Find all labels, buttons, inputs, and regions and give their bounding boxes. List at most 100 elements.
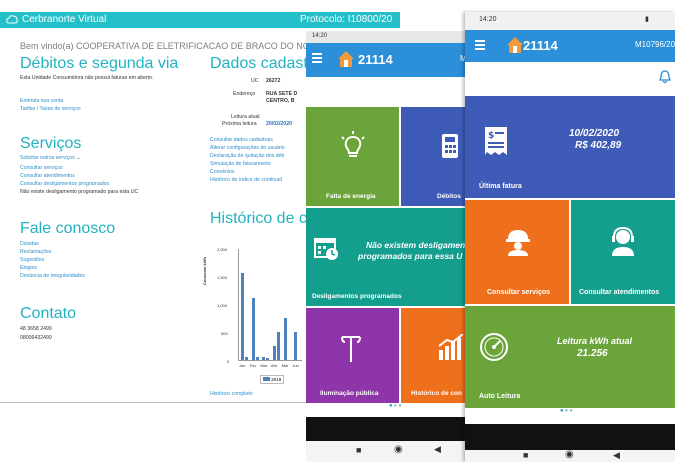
menu-icon[interactable] xyxy=(475,40,485,50)
chart-bar xyxy=(277,332,280,360)
status-bar: 14:20 xyxy=(306,31,478,43)
top-bar: Cerbranorte Virtual Protocolo: I10800/20… xyxy=(0,12,400,35)
chart-bar xyxy=(245,357,248,360)
android-nav-bar: ■ ◉ ◀ xyxy=(465,449,675,462)
x-tick-label: Jan xyxy=(239,363,246,368)
proxima-label: Próxima leitura xyxy=(222,121,257,127)
link-consultar-dados[interactable]: Consultar dados cadastrais xyxy=(210,136,273,144)
menu-icon[interactable] xyxy=(312,53,322,63)
tile-debitos-caption: Débitos xyxy=(437,193,461,200)
link-denuncia[interactable]: Denúncia de irregularidades xyxy=(20,272,85,280)
fatura-date: 10/02/2020 xyxy=(569,128,620,139)
status-time: 14:20 xyxy=(312,33,328,39)
lightbulb-icon xyxy=(341,131,365,157)
tile-ultima-fatura[interactable]: $ 10/02/2020 R$ 402,89 Última fatura xyxy=(465,96,675,198)
logo-icon xyxy=(6,15,18,24)
x-axis: Jan Fev Mar Abr Mai Jun xyxy=(238,363,302,369)
link-reclamacoes[interactable]: Reclamações xyxy=(20,248,51,256)
tile-fatura-caption: Última fatura xyxy=(479,183,522,190)
legend-swatch xyxy=(263,377,270,381)
tile-desligamentos[interactable]: Não existem desligamen programados para … xyxy=(306,208,478,306)
y-tick: 500 xyxy=(221,331,228,336)
worker-helmet-icon xyxy=(506,230,530,256)
endereco-label: Endereço xyxy=(233,91,256,97)
link-historico-completo[interactable]: Histórico completo xyxy=(210,390,253,398)
contato-phone-1: 48 3658 2499 xyxy=(20,326,52,332)
status-bar: 14:20 ▮ xyxy=(465,12,675,30)
link-declaracao-quitacao[interactable]: Declaração de quitação dos déb xyxy=(210,152,284,160)
chart-bar xyxy=(255,357,259,360)
uc-number: 21114 xyxy=(358,52,393,67)
link-duvidas[interactable]: Dúvidas xyxy=(20,240,39,248)
welcome-text: Bem vindo(a) COOPERATIVA DE ELETRIFICACA… xyxy=(20,41,328,51)
debitos-text: Esta Unidade Consumidora não possui fatu… xyxy=(20,75,154,81)
link-consultar-desligamentos[interactable]: Consultar desligamentos programados xyxy=(20,180,109,188)
tile-iluminacao[interactable]: Iluminação pública xyxy=(306,308,399,403)
link-solicitar-servicos[interactable]: Solicitar outros serviços ⌄ xyxy=(20,154,81,162)
tile-atendimentos-caption: Consultar atendimentos xyxy=(579,289,660,296)
y-tick: 2,000 xyxy=(217,247,228,252)
plot-area xyxy=(238,249,302,361)
link-entenda-conta[interactable]: Entenda sua conta xyxy=(20,97,63,105)
debitos-heading: Débitos e segunda via xyxy=(20,55,179,72)
bell-icon[interactable] xyxy=(659,70,671,84)
bottom-black-bar xyxy=(465,424,675,450)
proxima-value: 20/02/2020 xyxy=(266,121,292,127)
chart-bar xyxy=(273,346,276,360)
y-tick: 1,000 xyxy=(217,303,228,308)
back-icon[interactable]: ◀ xyxy=(434,444,441,455)
uc-number: 21114 xyxy=(523,38,558,53)
brand-name: Cerbranorte Virtual xyxy=(22,14,107,25)
legend: 2019 xyxy=(260,375,285,384)
notification-strip xyxy=(306,77,478,107)
contato-heading: Contato xyxy=(20,305,77,322)
tile-servicos-caption: Consultar serviços xyxy=(487,289,551,296)
deslig-message-2: programados para essa U xyxy=(358,251,463,261)
tile-consultar-servicos[interactable]: Consultar serviços xyxy=(465,200,569,304)
back-icon[interactable]: ◀ xyxy=(613,450,620,461)
consumption-chart: Consumo kWh 2,000 1,500 1,000 500 0 Jan F… xyxy=(202,235,305,395)
y-tick: 1,500 xyxy=(217,275,228,280)
link-consultar-atendimentos[interactable]: Consultar atendimentos xyxy=(20,172,75,180)
home-button-icon[interactable]: ◉ xyxy=(394,444,403,455)
calculator-icon xyxy=(442,134,458,158)
home-button-icon[interactable]: ◉ xyxy=(565,449,574,460)
chart-bar xyxy=(266,358,270,360)
link-convenios[interactable]: Convênios xyxy=(210,168,235,176)
link-sugestoes[interactable]: Sugestões xyxy=(20,256,45,264)
chart-bar xyxy=(283,318,287,360)
link-historico-continuidade[interactable]: Histórico de índice de continuid xyxy=(210,176,282,184)
recent-apps-icon[interactable]: ■ xyxy=(523,450,528,460)
tile-auto-leitura[interactable]: Leitura kWh atual 21.256 Auto Leitura xyxy=(465,306,675,408)
tile-iluminacao-caption: Iluminação pública xyxy=(320,390,379,397)
tile-consultar-atendimentos[interactable]: Consultar atendimentos xyxy=(571,200,675,304)
deslig-message-1: Não existem desligamen xyxy=(366,240,466,250)
android-nav-bar: ■ ◉ ◀ xyxy=(306,441,478,462)
page-indicator: ●●● xyxy=(560,408,574,414)
home-icon xyxy=(338,51,354,67)
leitura-value: 21.256 xyxy=(577,348,608,359)
endereco-value-1: RUA SETE D xyxy=(266,91,298,97)
tile-falta-caption: Falta de energia xyxy=(326,193,376,200)
y-tick: 0 xyxy=(227,359,230,364)
x-tick-label: Mai xyxy=(281,363,289,368)
link-consultar-servicos[interactable]: Consultar serviços xyxy=(20,164,63,172)
tile-historico-caption: Histórico de con xyxy=(411,390,462,397)
legend-label: 2019 xyxy=(271,377,282,382)
protocol-number: M10796/20 xyxy=(635,40,675,49)
battery-icon: ▮ xyxy=(645,16,649,23)
bar-chart-icon xyxy=(438,334,464,360)
tile-falta-energia[interactable]: Falta de energia xyxy=(306,107,399,206)
recent-apps-icon[interactable]: ■ xyxy=(356,445,361,455)
chevron-down-icon: ⌄ xyxy=(76,155,81,161)
link-simulacao[interactable]: Simulação de faturamento xyxy=(210,160,271,168)
link-tarifas[interactable]: Tarifas / Taxas de serviços xyxy=(20,105,81,113)
contato-phone-2: 08006432499 xyxy=(20,335,52,341)
link-elogios[interactable]: Elogios xyxy=(20,264,37,272)
x-tick-label: Fev xyxy=(249,363,257,368)
tile-leitura-caption: Auto Leitura xyxy=(479,393,521,400)
x-tick-label: Mar xyxy=(260,363,268,368)
fatura-value: R$ 402,89 xyxy=(575,140,622,151)
uc-value: 26272 xyxy=(266,78,281,84)
link-alterar-config[interactable]: Alterar configurações do usuário xyxy=(210,144,285,152)
